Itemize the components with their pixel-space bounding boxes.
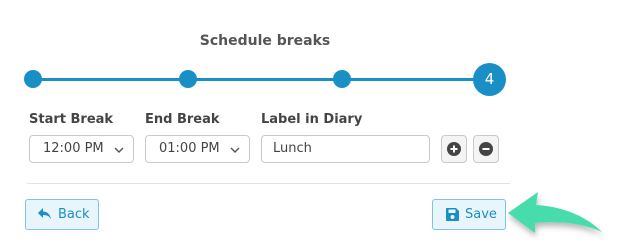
pointer-arrow-icon [508,192,602,233]
end-break-value: 01:00 PM [159,141,220,156]
save-button[interactable]: Save [432,199,506,230]
step-3-dot[interactable] [333,70,351,88]
step-4-current: 4 [473,63,506,96]
start-break-select[interactable]: 12:00 PM [29,135,134,163]
back-button[interactable]: Back [25,199,99,230]
divider [27,183,510,184]
stepper-line [33,78,489,81]
step-2-dot[interactable] [179,70,197,88]
step-1-dot[interactable] [24,70,42,88]
end-break-label: End Break [145,112,220,127]
remove-break-button[interactable] [473,135,499,163]
reply-arrow-icon [38,208,51,219]
back-button-label: Back [58,207,90,222]
chevron-down-icon [114,147,124,153]
floppy-disk-icon [446,208,459,221]
save-button-label: Save [465,207,497,222]
diary-label-input[interactable]: Lunch [261,135,430,163]
start-break-label: Start Break [29,112,114,127]
page-title: Schedule breaks [199,33,331,49]
plus-circle-icon [447,142,461,156]
start-break-value: 12:00 PM [43,141,104,156]
minus-circle-icon [479,142,493,156]
chevron-down-icon [230,147,240,153]
add-break-button[interactable] [441,135,467,163]
label-in-diary-label: Label in Diary [261,112,363,127]
end-break-select[interactable]: 01:00 PM [145,135,250,163]
